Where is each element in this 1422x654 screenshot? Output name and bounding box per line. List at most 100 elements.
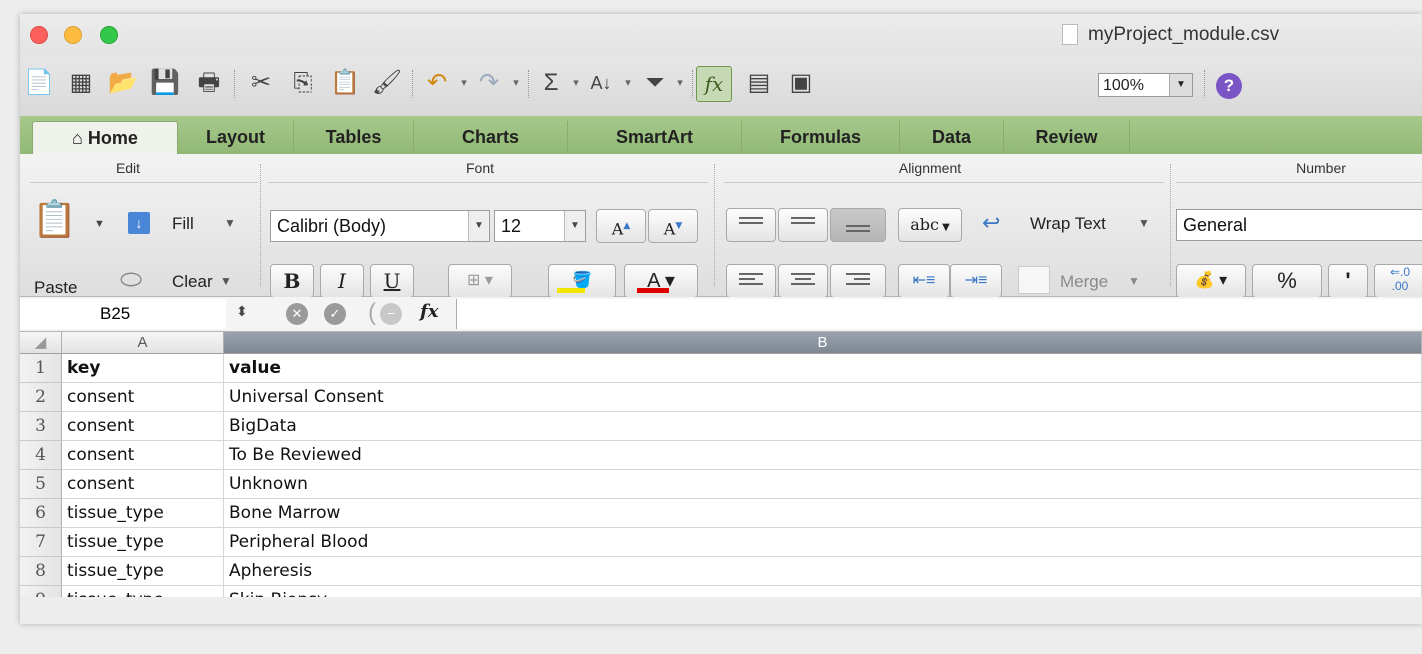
- cell-a4[interactable]: consent: [62, 441, 224, 470]
- cell-a7[interactable]: tissue_type: [62, 528, 224, 557]
- font-color-button[interactable]: A ▾: [624, 264, 698, 298]
- clipboard-icon[interactable]: 📋: [32, 196, 77, 242]
- filter-dropdown-icon[interactable]: ▾: [672, 66, 688, 100]
- tab-smartart[interactable]: SmartArt: [568, 121, 742, 154]
- increase-font-size-button[interactable]: A▲: [596, 209, 646, 243]
- wrap-text-label[interactable]: Wrap Text: [1030, 214, 1106, 234]
- tab-data[interactable]: Data: [900, 121, 1004, 154]
- fill-color-button[interactable]: 🪣: [548, 264, 616, 298]
- cell-b6[interactable]: Bone Marrow: [224, 499, 1422, 528]
- cell-a2[interactable]: consent: [62, 383, 224, 412]
- row-header[interactable]: 5: [20, 470, 62, 499]
- cell-a5[interactable]: consent: [62, 470, 224, 499]
- accounting-format-button[interactable]: 💰 ▾: [1176, 264, 1246, 298]
- underline-button[interactable]: U: [370, 264, 414, 298]
- italic-button[interactable]: I: [320, 264, 364, 298]
- cell-b8[interactable]: Apheresis: [224, 557, 1422, 586]
- sort-dropdown-icon[interactable]: ▾: [620, 66, 636, 100]
- cell-b5[interactable]: Unknown: [224, 470, 1422, 499]
- copy-icon[interactable]: ⎘: [286, 66, 320, 100]
- align-right-button[interactable]: [830, 264, 886, 298]
- paste-label[interactable]: Paste: [34, 278, 77, 298]
- zoom-select[interactable]: 100% ▼: [1098, 73, 1193, 97]
- row-header[interactable]: 8: [20, 557, 62, 586]
- tab-home[interactable]: ⌂ Home: [32, 121, 178, 154]
- sort-icon[interactable]: A↓: [584, 66, 618, 100]
- formula-builder-icon[interactable]: fx: [696, 66, 732, 102]
- close-window-button[interactable]: [30, 26, 48, 44]
- clear-label[interactable]: Clear: [172, 272, 213, 292]
- fill-down-icon[interactable]: ↓: [128, 212, 150, 234]
- tab-review[interactable]: Review: [1004, 121, 1130, 154]
- cell-b2[interactable]: Universal Consent: [224, 383, 1422, 412]
- column-header-b[interactable]: B: [224, 332, 1422, 354]
- undo-dropdown-icon[interactable]: ▾: [456, 66, 472, 100]
- help-icon[interactable]: ?: [1216, 73, 1242, 99]
- clear-dropdown-icon[interactable]: ▼: [220, 274, 232, 288]
- minimize-window-button[interactable]: [64, 26, 82, 44]
- name-box[interactable]: B25: [20, 299, 226, 329]
- cancel-formula-icon[interactable]: ✕: [286, 303, 308, 325]
- zoom-window-button[interactable]: [100, 26, 118, 44]
- cell-b7[interactable]: Peripheral Blood: [224, 528, 1422, 557]
- fill-label[interactable]: Fill: [172, 214, 194, 234]
- insert-function-icon[interactable]: fx: [420, 301, 438, 322]
- number-format-select[interactable]: General: [1176, 209, 1422, 241]
- paste-icon[interactable]: 📋: [328, 66, 362, 100]
- cell-a8[interactable]: tissue_type: [62, 557, 224, 586]
- align-middle-button[interactable]: [778, 208, 828, 242]
- format-painter-icon[interactable]: 🖌: [370, 66, 404, 100]
- undo-icon[interactable]: ↶: [420, 66, 454, 100]
- increase-decimal-button[interactable]: ⇐.0.00: [1374, 264, 1422, 298]
- autosum-icon[interactable]: Σ: [534, 66, 568, 100]
- cell-b4[interactable]: To Be Reviewed: [224, 441, 1422, 470]
- cell-a1[interactable]: key: [62, 354, 224, 383]
- cell-a6[interactable]: tissue_type: [62, 499, 224, 528]
- row-header[interactable]: 4: [20, 441, 62, 470]
- autosum-dropdown-icon[interactable]: ▾: [568, 66, 584, 100]
- cut-icon[interactable]: ✂: [244, 66, 278, 100]
- column-header-a[interactable]: A: [62, 332, 224, 354]
- select-all-corner[interactable]: ◢: [20, 332, 62, 354]
- tab-layout[interactable]: Layout: [178, 121, 294, 154]
- cell-b3[interactable]: BigData: [224, 412, 1422, 441]
- new-document-icon[interactable]: 📄: [22, 66, 56, 100]
- text-orientation-button[interactable]: abc ▼: [898, 208, 962, 242]
- font-name-select[interactable]: Calibri (Body) ▼: [270, 210, 490, 242]
- gallery-icon[interactable]: ▤: [742, 66, 776, 100]
- eraser-icon[interactable]: ⬭: [120, 264, 142, 296]
- accept-formula-icon[interactable]: ✓: [324, 303, 346, 325]
- comma-style-button[interactable]: ': [1328, 264, 1368, 298]
- row-header[interactable]: 2: [20, 383, 62, 412]
- cell-a3[interactable]: consent: [62, 412, 224, 441]
- align-center-button[interactable]: [778, 264, 828, 298]
- cell-b1[interactable]: value: [224, 354, 1422, 383]
- decrease-indent-button[interactable]: ⇤≡: [898, 264, 950, 298]
- align-bottom-button[interactable]: [830, 208, 886, 242]
- toolbox-icon[interactable]: ▣: [784, 66, 818, 100]
- percent-style-button[interactable]: %: [1252, 264, 1322, 298]
- row-header[interactable]: 7: [20, 528, 62, 557]
- wrap-text-icon[interactable]: ↩: [982, 210, 1000, 236]
- open-folder-icon[interactable]: 📂: [106, 66, 140, 100]
- redo-dropdown-icon[interactable]: ▾: [508, 66, 524, 100]
- bold-button[interactable]: B: [270, 264, 314, 298]
- borders-button[interactable]: ⊞ ▾: [448, 264, 512, 298]
- wrap-text-dropdown-icon[interactable]: ▼: [1138, 216, 1150, 230]
- row-header[interactable]: 3: [20, 412, 62, 441]
- template-gallery-icon[interactable]: ▦: [64, 66, 98, 100]
- formula-input[interactable]: [456, 299, 1422, 329]
- tab-tables[interactable]: Tables: [294, 121, 414, 154]
- paste-dropdown-icon[interactable]: ▼: [94, 218, 105, 230]
- tab-formulas[interactable]: Formulas: [742, 121, 900, 154]
- print-icon[interactable]: 🖶: [192, 66, 226, 100]
- increase-indent-button[interactable]: ⇥≡: [950, 264, 1002, 298]
- row-header[interactable]: 6: [20, 499, 62, 528]
- row-header[interactable]: 1: [20, 354, 62, 383]
- filter-icon[interactable]: ⏷: [638, 66, 672, 100]
- decrease-font-size-button[interactable]: A▼: [648, 209, 698, 243]
- save-icon[interactable]: 💾: [148, 66, 182, 100]
- align-top-button[interactable]: [726, 208, 776, 242]
- redo-icon[interactable]: ↷: [472, 66, 506, 100]
- name-box-stepper-icon[interactable]: ⬍: [236, 303, 248, 320]
